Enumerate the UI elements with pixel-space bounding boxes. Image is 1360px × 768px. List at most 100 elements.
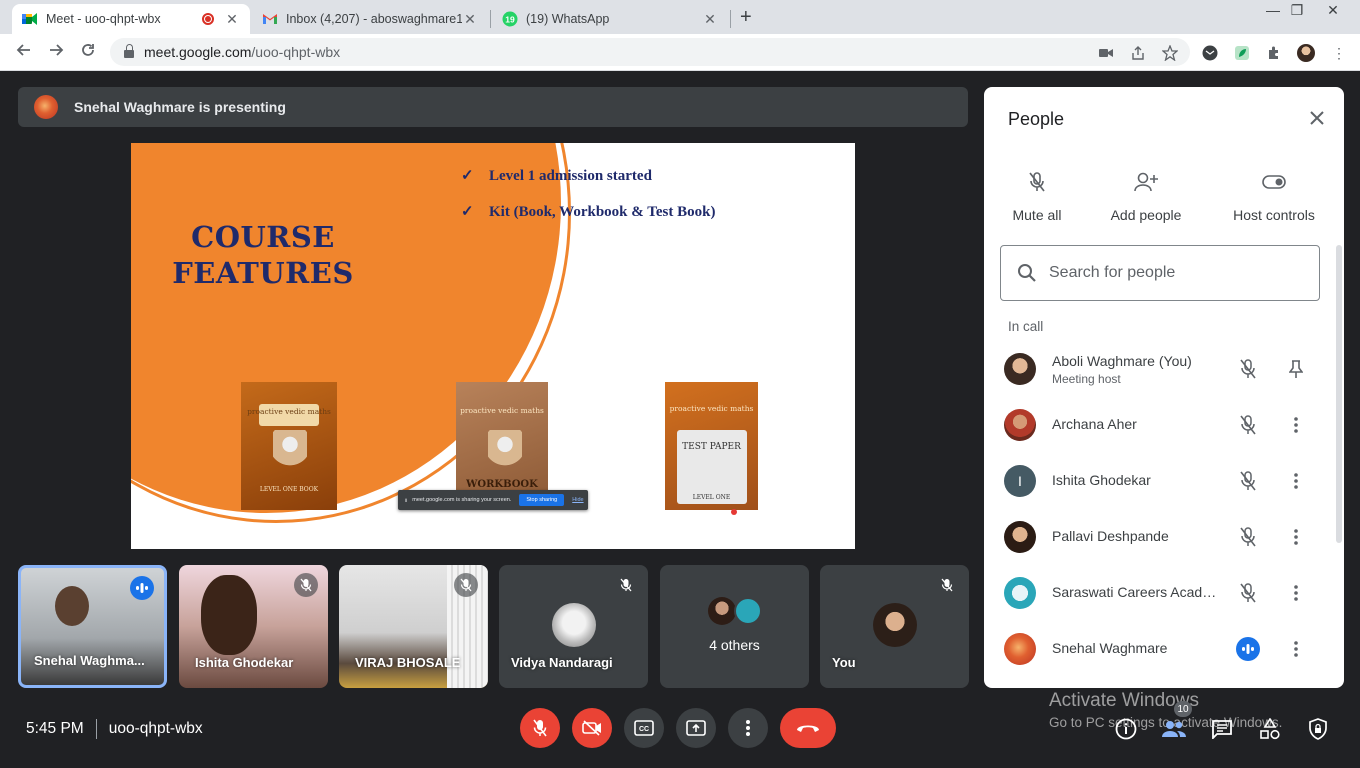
gmail-icon [262,11,278,27]
book-title: proactive vedic maths [460,406,544,415]
pin-icon [1289,360,1303,378]
mic-off-icon [935,573,959,597]
camera-in-use-icon[interactable] [1097,44,1115,62]
tab-divider [730,10,731,28]
close-tab-icon[interactable]: ✕ [224,11,240,28]
participant-row[interactable]: Pallavi Deshpande [984,509,1334,565]
participant-name: Vidya Nandaragi [511,655,613,670]
participant-row[interactable]: Archana Aher [984,397,1334,453]
extension-leaf-icon[interactable] [1233,44,1251,62]
present-now-button[interactable] [676,708,716,748]
participant-tile[interactable]: Ishita Ghodekar [179,565,328,688]
tab-gmail[interactable]: Inbox (4,207) - aboswaghmare12 ✕ [252,4,488,34]
mic-off-icon [1236,413,1260,437]
host-controls-label: Host controls [1233,207,1315,223]
back-button[interactable] [14,42,34,63]
browser-toolbar: meet.google.com/uoo-qhpt-wbx ⋮ [0,34,1360,71]
search-icon [1018,264,1036,282]
mic-toggle-button[interactable] [520,708,560,748]
close-window-button[interactable]: ✕ [1318,2,1348,19]
slide-title: COURSE FEATURES [171,219,355,291]
watermark-title: Activate Windows [1049,690,1199,711]
extension-mail-icon[interactable] [1201,44,1219,62]
share-notice-text: meet.google.com is sharing your screen. [412,497,512,503]
participant-row[interactable]: Saraswati Careers Acade... [984,565,1334,621]
pause-icon: ॥ [404,498,408,504]
more-options-button[interactable] [728,708,768,748]
host-controls-button[interactable] [1305,716,1331,742]
close-tab-icon[interactable]: ✕ [702,11,718,28]
new-tab-button[interactable]: + [740,6,752,29]
camera-toggle-button[interactable] [572,708,612,748]
extensions-puzzle-icon[interactable] [1265,44,1283,62]
share-icon[interactable] [1129,44,1147,62]
tab-divider [490,10,491,28]
participant-name: Snehal Waghma... [34,653,145,668]
book-subtitle: LEVEL ONE [692,494,731,501]
participant-avatar [1004,577,1036,609]
more-options-icon[interactable] [1286,637,1306,661]
more-options-icon[interactable] [1286,581,1306,605]
activities-button[interactable] [1257,716,1283,742]
captions-icon: CC [634,720,654,736]
chrome-menu-icon[interactable]: ⋮ [1330,44,1348,62]
more-vert-icon [746,720,750,736]
add-people-label: Add people [1110,207,1182,223]
participant-video [55,586,89,626]
host-controls-panel-button[interactable]: Host controls [1224,167,1324,223]
panel-scrollbar[interactable] [1336,245,1342,543]
leave-call-button[interactable] [780,708,836,748]
others-tile[interactable]: 4 others [660,565,809,688]
screen-share-notice: ॥ meet.google.com is sharing your screen… [398,490,588,510]
arrow-left-icon [16,44,30,56]
participant-tile[interactable]: VIRAJ BHOSALE [339,565,488,688]
tab-title: Meet - uoo-qhpt-wbx [46,12,161,26]
close-panel-button[interactable] [1306,107,1328,129]
more-options-icon[interactable] [1286,525,1306,549]
mic-off-icon [614,573,638,597]
people-count-badge: 10 [1174,701,1192,717]
reload-button[interactable] [78,42,98,63]
more-options-icon[interactable] [1286,413,1306,437]
participant-row[interactable]: I Ishita Ghodekar [984,453,1334,509]
captions-button[interactable]: CC [624,708,664,748]
mute-all-button[interactable]: Mute all [1004,167,1070,223]
profile-avatar[interactable] [1297,44,1315,62]
address-bar[interactable]: meet.google.com/uoo-qhpt-wbx [110,38,1190,66]
divider [95,719,97,739]
checkmark-icon: ✓ [461,204,474,220]
bookmark-star-icon[interactable] [1161,44,1179,62]
participant-row[interactable]: Aboli Waghmare (You) Meeting host [984,341,1334,397]
presenter-avatar [34,95,58,119]
tab-title: (19) WhatsApp [526,12,610,26]
recording-icon [202,13,214,25]
forward-button[interactable] [46,42,66,63]
self-tile[interactable]: You [820,565,969,688]
arrow-right-icon [50,44,64,56]
search-people-input[interactable]: Search for people [1000,245,1320,301]
sage-figure-image [273,430,307,478]
in-call-heading: In call [1008,319,1044,334]
meeting-details-button[interactable] [1113,716,1139,742]
participant-tile[interactable]: Vidya Nandaragi [499,565,648,688]
tab-whatsapp[interactable]: 19 (19) WhatsApp ✕ [492,4,728,34]
more-options-icon[interactable] [1286,469,1306,493]
present-screen-icon [686,720,706,736]
pin-button[interactable] [1286,357,1306,381]
workbook-cover-image: proactive vedic maths WORKBOOK [456,382,548,502]
hide-button[interactable]: Hide [572,497,583,503]
participant-avatar: I [1004,465,1036,497]
people-button[interactable] [1161,716,1187,742]
close-tab-icon[interactable]: ✕ [462,11,478,28]
presenting-banner: Snehal Waghmare is presenting [18,87,968,127]
tab-meet[interactable]: Meet - uoo-qhpt-wbx ✕ [12,4,250,34]
chat-button[interactable] [1209,716,1235,742]
restore-button[interactable]: ❐ [1282,2,1312,19]
participant-row[interactable]: Snehal Waghmare [984,621,1334,677]
search-placeholder: Search for people [1049,264,1176,281]
participant-tile[interactable]: Snehal Waghma... [18,565,167,688]
stop-sharing-button[interactable]: Stop sharing [519,494,565,506]
add-people-button[interactable]: Add people [1102,167,1190,223]
book-cover-image: proactive vedic maths LEVEL ONE BOOK [241,382,337,510]
shield-lock-icon [1309,718,1327,740]
